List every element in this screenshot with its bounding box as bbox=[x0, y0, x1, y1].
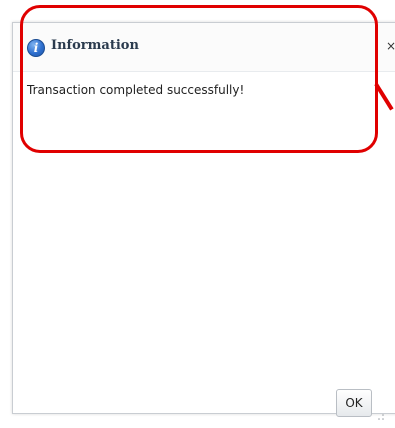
highlight-annotation bbox=[20, 5, 378, 153]
ok-button[interactable]: OK bbox=[336, 389, 372, 417]
close-icon[interactable]: × bbox=[386, 40, 395, 52]
screen: i Information × Transaction completed su… bbox=[0, 0, 395, 428]
resize-grip-icon[interactable] bbox=[377, 413, 385, 421]
